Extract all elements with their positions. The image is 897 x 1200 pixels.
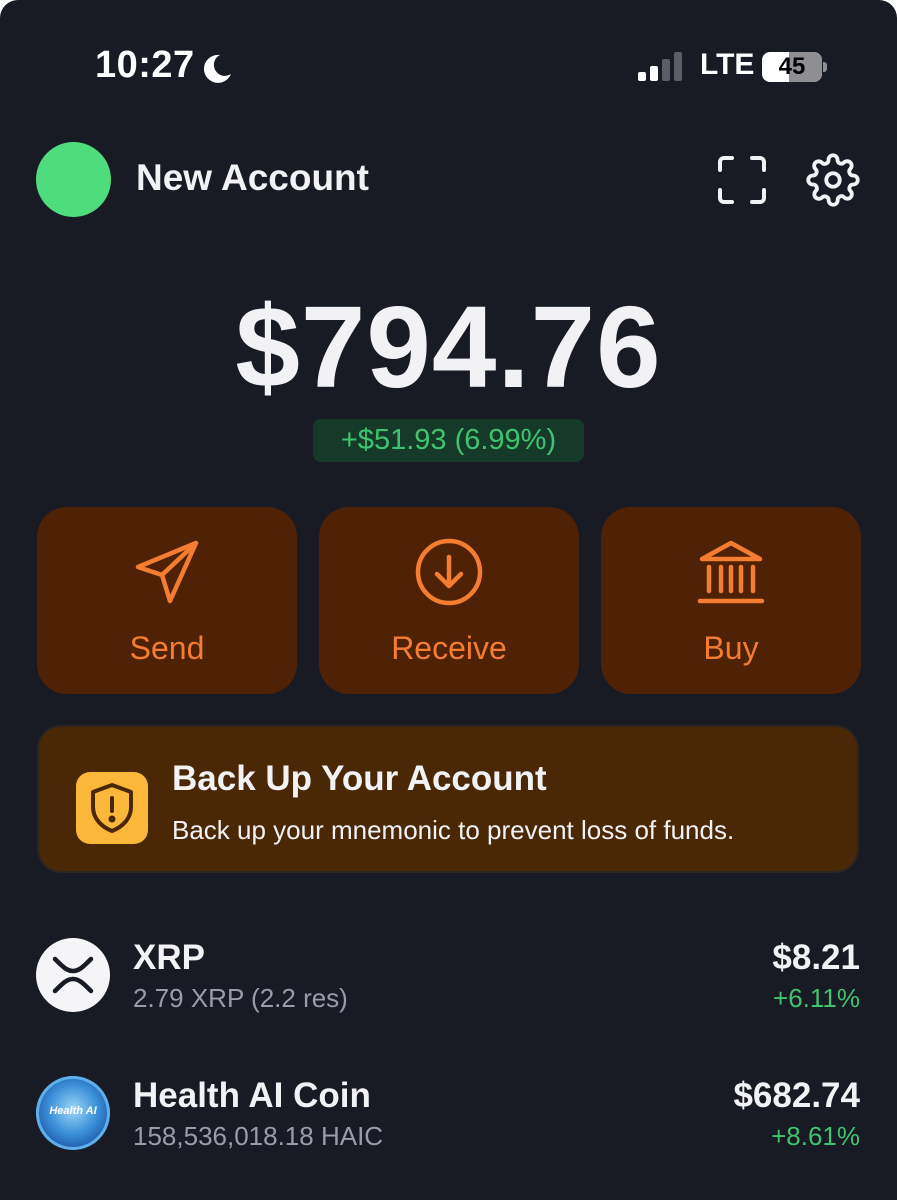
backup-description: Back up your mnemonic to prevent loss of… bbox=[172, 815, 735, 845]
status-time: 10:27 bbox=[95, 44, 195, 86]
backup-banner[interactable]: Back Up Your Account Back up your mnemon… bbox=[37, 725, 859, 873]
gear-icon[interactable] bbox=[806, 153, 860, 207]
shield-alert-icon bbox=[76, 772, 148, 844]
send-label: Send bbox=[129, 630, 205, 666]
token-row-health-ai-coin[interactable]: Health AI Health AI Coin 158,536,018.18 … bbox=[0, 1058, 897, 1168]
token-value: $682.74 bbox=[733, 1076, 860, 1115]
backup-title: Back Up Your Account bbox=[172, 759, 547, 798]
total-balance: $794.76 bbox=[235, 282, 662, 412]
token-amount: 158,536,018.18 HAIC bbox=[133, 1121, 384, 1151]
token-amount: 2.79 XRP (2.2 res) bbox=[133, 983, 348, 1013]
xrp-logo bbox=[36, 938, 110, 1012]
bank-icon bbox=[697, 540, 765, 604]
token-change: +8.61% bbox=[771, 1121, 860, 1151]
token-change: +6.11% bbox=[773, 983, 860, 1013]
receive-label: Receive bbox=[391, 630, 507, 666]
network-label: LTE bbox=[700, 48, 755, 81]
health-ai-logo-text: Health AI bbox=[49, 1105, 97, 1117]
balance-change-badge: +$51.93 (6.99%) bbox=[313, 419, 584, 462]
battery-cap bbox=[823, 62, 827, 72]
battery-icon: 45 bbox=[762, 52, 822, 82]
battery-level: 45 bbox=[778, 53, 806, 80]
moon-icon bbox=[203, 54, 231, 83]
send-button[interactable]: Send bbox=[37, 507, 297, 694]
buy-label: Buy bbox=[703, 630, 759, 666]
buy-button[interactable]: Buy bbox=[601, 507, 861, 694]
health-ai-logo: Health AI bbox=[36, 1076, 110, 1150]
wallet-screen: 10:27 LTE 45 New Account $794.76 +$51.93… bbox=[0, 0, 897, 1200]
receive-icon bbox=[415, 538, 483, 606]
send-icon bbox=[135, 540, 199, 604]
receive-button[interactable]: Receive bbox=[319, 507, 579, 694]
token-name: Health AI Coin bbox=[133, 1076, 371, 1115]
token-value: $8.21 bbox=[772, 938, 860, 977]
scan-icon[interactable] bbox=[716, 154, 768, 206]
token-name: XRP bbox=[133, 938, 205, 977]
avatar[interactable] bbox=[36, 142, 111, 217]
token-row-xrp[interactable]: XRP 2.79 XRP (2.2 res) $8.21 +6.11% bbox=[0, 920, 897, 1030]
account-name[interactable]: New Account bbox=[136, 157, 369, 199]
signal-icon bbox=[638, 52, 682, 81]
